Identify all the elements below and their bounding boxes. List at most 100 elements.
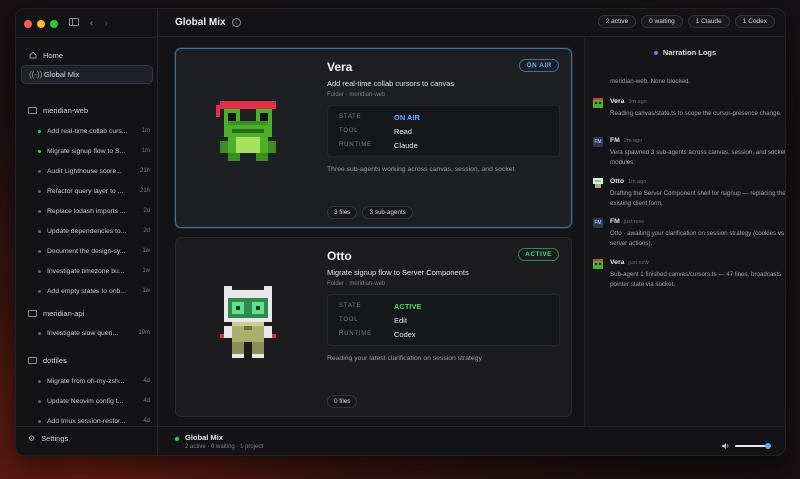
task-age: 21h — [139, 188, 150, 194]
project-group-dotfiles[interactable]: dotfiles — [28, 356, 67, 365]
task-age: 1m — [141, 148, 150, 154]
speaker-icon[interactable] — [721, 437, 730, 455]
log-author: Otto 1m ago — [610, 178, 646, 185]
window-controls: ‹ › — [24, 18, 108, 29]
forward-arrow-icon[interactable]: › — [104, 18, 107, 29]
task-item[interactable]: Investigate timezone bu... 1w — [38, 266, 150, 276]
summary-pills: 2 active 0 waiting 1 Claude 1 Codex — [597, 15, 775, 28]
folder-icon — [28, 310, 37, 317]
task-item[interactable]: Migrate from oh-my-zsh... 4d — [38, 376, 150, 386]
page-title: Global Mix i — [175, 17, 241, 28]
task-age: 2d — [143, 228, 150, 234]
status-dot — [38, 419, 41, 423]
log-author: FM 2m ago — [610, 137, 642, 144]
task-item[interactable]: Update Neovim config t... 4d — [38, 396, 150, 406]
task-item[interactable]: Investigate slow queri... 19m — [38, 328, 150, 338]
robot-avatar-icon — [593, 178, 603, 188]
log-author-name: Vera — [610, 259, 625, 266]
agent-task-title: Add real-time collab cursors to canvas — [327, 79, 455, 88]
status-dot — [38, 129, 41, 133]
pill-claude[interactable]: 1 Claude — [687, 15, 730, 28]
task-age: 4d — [143, 418, 150, 424]
frog-avatar-icon — [593, 98, 603, 108]
settings-button[interactable]: ⚙ Settings — [28, 434, 68, 443]
settings-label: Settings — [41, 434, 69, 443]
runtime-label: RUNTIME — [339, 142, 372, 148]
project-group-meridian-web[interactable]: meridian-web — [28, 106, 88, 115]
pill-codex[interactable]: 1 Codex — [734, 15, 775, 28]
log-author-name: FM — [610, 137, 620, 144]
sidebar-item-global-mix[interactable]: ((·)) Global Mix — [21, 65, 153, 84]
group-label: dotfiles — [43, 356, 67, 365]
agent-tags: 0 files — [327, 395, 358, 408]
sidebar-item-label: Global Mix — [44, 70, 80, 79]
divider — [16, 37, 157, 38]
task-item[interactable]: Replace lodash imports ... 2d — [38, 206, 150, 216]
page-title-text: Global Mix — [175, 17, 226, 28]
log-text: Vera spawned 3 sub-agents across canvas,… — [610, 149, 785, 166]
agent-info-panel: STATE ACTIVE TOOL Edit RUNTIME Codex — [327, 294, 560, 346]
files-tag[interactable]: 3 files — [327, 206, 358, 219]
agent-card-vera[interactable]: Vera ON AIR Add real-time collab cursors… — [175, 48, 572, 228]
task-age: 21h — [139, 168, 150, 174]
close-window-button[interactable] — [24, 19, 32, 28]
sidebar-toggle-icon[interactable] — [69, 18, 79, 29]
task-label: Add empty states to onb... — [47, 287, 126, 295]
runtime-value: Codex — [394, 330, 416, 339]
task-label: Replace lodash imports ... — [47, 207, 126, 215]
log-author-name: Otto — [610, 178, 624, 185]
tool-label: TOOL — [339, 128, 359, 134]
files-tag[interactable]: 0 files — [327, 395, 358, 408]
tool-value: Read — [394, 127, 412, 136]
sidebar-item-home[interactable]: Home — [21, 46, 153, 65]
pill-active[interactable]: 2 active — [597, 15, 637, 28]
volume-control[interactable] — [721, 437, 771, 455]
robot-avatar-icon — [216, 286, 280, 367]
minimize-window-button[interactable] — [37, 19, 45, 28]
task-age: 2d — [143, 208, 150, 214]
group-label: meridian-web — [43, 106, 89, 115]
agent-card-otto[interactable]: Otto ACTIVE Migrate signup flow to Serve… — [175, 237, 572, 417]
pill-waiting[interactable]: 0 waiting — [641, 15, 683, 28]
home-icon — [28, 50, 37, 61]
state-label: STATE — [339, 303, 362, 309]
volume-slider[interactable] — [735, 443, 771, 449]
log-text: Reading canvas/state.ts to scope the cur… — [610, 110, 782, 117]
zoom-window-button[interactable] — [50, 19, 58, 28]
status-dot — [38, 399, 41, 403]
task-age: 4d — [143, 398, 150, 404]
info-icon[interactable]: i — [231, 18, 241, 27]
task-item[interactable]: Update dependencies to... 2d — [38, 226, 150, 236]
task-item[interactable]: Audit Lighthouse score... 21h — [38, 166, 150, 176]
log-time: 2m ago — [623, 138, 643, 144]
task-label: Migrate from oh-my-zsh... — [47, 377, 125, 385]
task-item[interactable]: Add empty states to onb... 1w — [38, 286, 150, 296]
task-item[interactable]: Add tmux session-restor... 4d — [38, 416, 150, 426]
volume-slider-knob[interactable] — [765, 443, 771, 449]
status-footer: Global Mix 2 active · 0 waiting · 1 proj… — [158, 426, 785, 455]
back-arrow-icon[interactable]: ‹ — [90, 18, 93, 29]
log-author: Vera just now — [610, 259, 649, 266]
sidebar: ‹ › Home ((·)) Global Mix meridian-web A… — [16, 9, 158, 455]
task-item[interactable]: Document the design-sy... 1w — [38, 246, 150, 256]
log-time: just now — [623, 219, 645, 225]
divider — [16, 426, 157, 427]
agent-folder: Folder · meridian-web — [327, 281, 386, 287]
status-dot — [38, 209, 41, 213]
task-label: Investigate slow queri... — [47, 329, 119, 337]
log-text: Sub-agent 1 finished canvas/cursors.ts —… — [610, 271, 782, 288]
project-group-meridian-api[interactable]: meridian-api — [28, 309, 84, 318]
status-dot — [38, 379, 41, 383]
task-label: Add tmux session-restor... — [47, 417, 126, 425]
status-dot — [38, 189, 41, 193]
task-item[interactable]: Add real-time collab curs... 1m — [38, 126, 150, 136]
state-value: ON AIR — [394, 113, 420, 122]
task-item[interactable]: Refactor query layer to ... 21h — [38, 186, 150, 196]
log-author-name: Vera — [610, 98, 625, 105]
task-item[interactable]: Migrate signup flow to S... 1m — [38, 146, 150, 156]
task-label: Refactor query layer to ... — [47, 187, 124, 195]
live-status-dot — [175, 437, 179, 441]
subagents-tag[interactable]: 3 sub-agents — [362, 206, 413, 219]
state-label: STATE — [339, 114, 362, 120]
log-text-truncated: meridian-web. None blocked. — [610, 78, 691, 85]
